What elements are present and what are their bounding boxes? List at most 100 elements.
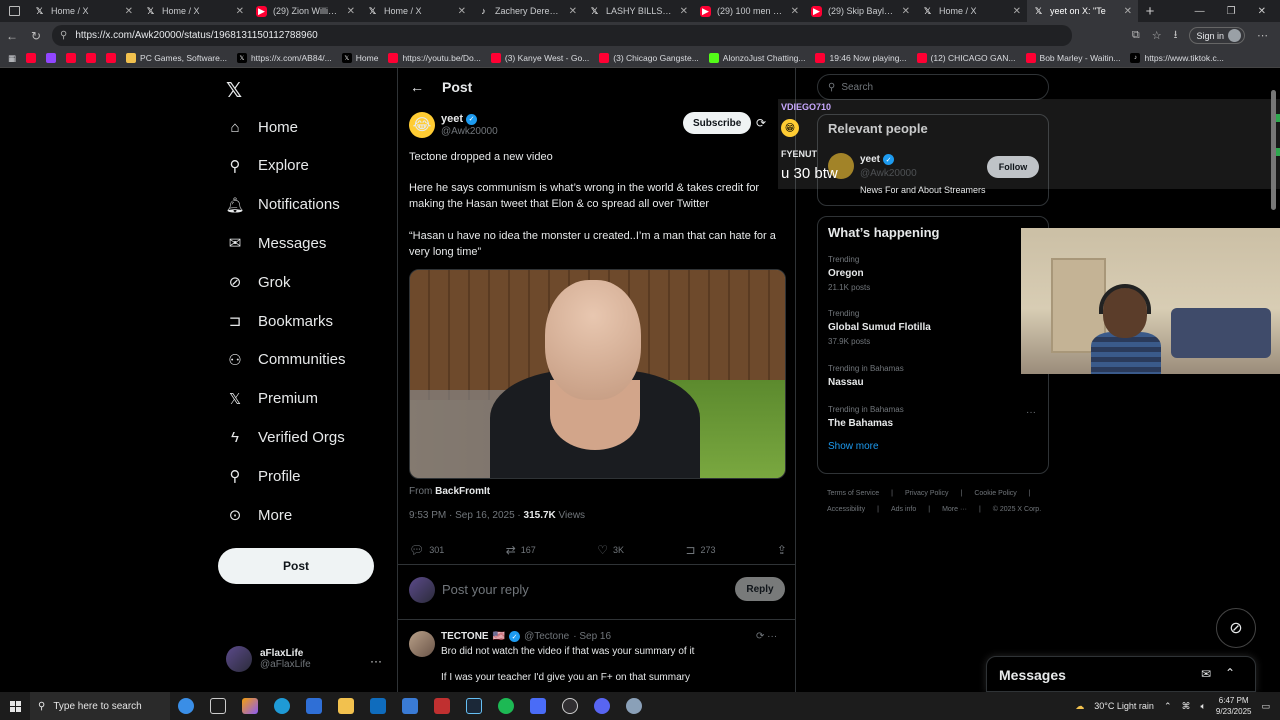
task-view-icon[interactable] xyxy=(202,692,234,720)
file-explorer-icon[interactable] xyxy=(330,692,362,720)
browser-tab[interactable]: 𝕏 Home / X ✕ xyxy=(916,0,1027,22)
browser-tab[interactable]: ▶ (29) 100 men vs. 1 ✕ xyxy=(694,0,805,22)
footer-link[interactable]: Accessibility xyxy=(827,506,865,513)
close-tab-icon[interactable]: ✕ xyxy=(347,6,355,17)
browser-menu-icon[interactable]: ⋯ xyxy=(1257,29,1268,42)
bookmark-item[interactable]: (12) CHICAGO GAN... xyxy=(916,53,1016,63)
taskbar-search[interactable]: ⚲ Type here to search xyxy=(30,692,170,720)
bookmark-item[interactable]: 19:46 Now playing... xyxy=(815,53,907,63)
site-info-icon[interactable]: ⚲ xyxy=(60,30,67,41)
reply-input[interactable]: Post your reply xyxy=(442,582,529,597)
extensions-icon[interactable]: ⧉ xyxy=(1132,29,1140,42)
messages-dock[interactable]: Messages ✉ ⌃ xyxy=(986,656,1256,692)
like-action[interactable]: ♡ 3K xyxy=(597,543,624,557)
apps-grid-icon[interactable]: ▦ xyxy=(8,53,16,64)
bookmark-star-icon[interactable]: ☆ xyxy=(1152,29,1162,42)
comment-avatar[interactable] xyxy=(409,631,435,657)
comment-grok-icon[interactable]: ⟳ ··· xyxy=(756,631,777,642)
x-logo-icon[interactable]: 𝕏 xyxy=(226,78,242,103)
trend-item[interactable]: Trending in Bahamas The Bahamas xyxy=(828,405,904,429)
cortana-icon[interactable] xyxy=(170,692,202,720)
relevant-name[interactable]: yeet ✓ xyxy=(860,154,895,165)
notification-icon[interactable]: ▭ xyxy=(1261,701,1270,712)
windows-start-icon[interactable] xyxy=(0,700,30,712)
clock[interactable]: 6:47 PM 9/23/2025 xyxy=(1216,695,1252,717)
browser-tab[interactable]: 𝕏yeet on X: "Te ✕ xyxy=(1027,0,1138,22)
app-icon[interactable] xyxy=(426,692,458,720)
footer-link[interactable]: Cookie Policy xyxy=(974,490,1016,497)
bookmark-item[interactable]: (3) Kanye West - Go... xyxy=(490,53,589,63)
from-source-link[interactable]: BackFromIt xyxy=(435,486,490,497)
nav-item-grok[interactable]: ⊘ Grok xyxy=(226,267,291,297)
minimize-icon[interactable]: — xyxy=(1195,6,1205,17)
browser-tab[interactable]: 𝕏 Home / X ✕ xyxy=(28,0,139,22)
nav-item-profile[interactable]: ⚲ Profile xyxy=(226,461,301,491)
store-icon[interactable] xyxy=(298,692,330,720)
bookmark-item[interactable]: 𝕏https://x.com/AB84/... xyxy=(236,53,332,63)
close-tab-icon[interactable]: ✕ xyxy=(125,6,133,17)
nav-item-communities[interactable]: ⚇ Communities xyxy=(226,345,345,375)
copilot-icon[interactable] xyxy=(234,692,266,720)
back-icon[interactable]: ← xyxy=(0,29,24,43)
author-name[interactable]: yeet ✓ xyxy=(441,113,478,125)
close-tab-icon[interactable]: ✕ xyxy=(1013,6,1021,17)
url-field[interactable]: ⚲ https://x.com/Awk20000/status/19681311… xyxy=(52,25,1072,46)
browser-tab[interactable]: ♪ Zachery Dereniowski ✕ xyxy=(472,0,583,22)
nav-item-home[interactable]: ⌂ Home xyxy=(226,112,298,142)
bookmark-item[interactable] xyxy=(46,53,57,63)
nav-item-notifications[interactable]: 🔔︎ Notifications xyxy=(225,190,339,220)
signin-button[interactable]: Sign in xyxy=(1189,27,1245,44)
comment-author-handle[interactable]: @Tectone xyxy=(524,631,569,642)
bookmark-item[interactable]: (3) Chicago Gangste... xyxy=(599,53,699,63)
browser-tab[interactable]: ▶ (29) Zion Williamson ✕ xyxy=(250,0,361,22)
footer-link[interactable]: More ··· xyxy=(942,506,967,513)
outlook-icon[interactable] xyxy=(362,692,394,720)
bookmark-item[interactable] xyxy=(26,53,37,63)
author-handle[interactable]: @Awk20000 xyxy=(441,126,498,137)
footer-link[interactable]: Terms of Service xyxy=(827,490,879,497)
nav-item-bookmarks[interactable]: ⊐ Bookmarks xyxy=(226,306,333,336)
download-icon[interactable]: ⭳ xyxy=(1174,26,1178,45)
close-tab-icon[interactable]: ✕ xyxy=(902,6,910,17)
nav-item-more[interactable]: ⊙ More xyxy=(226,500,292,530)
trend-item[interactable]: Trending Global Sumud Flotilla 37.9K posts xyxy=(828,309,931,346)
volume-icon[interactable]: 🔈︎ xyxy=(1200,701,1205,712)
close-tab-icon[interactable]: ✕ xyxy=(236,6,244,17)
trend-more-icon[interactable]: ··· xyxy=(1026,407,1036,418)
close-tab-icon[interactable]: ✕ xyxy=(569,6,577,17)
bookmark-item[interactable]: ♪ https://www.tiktok.c... xyxy=(1130,53,1224,63)
footer-link[interactable]: Privacy Policy xyxy=(905,490,949,497)
grok-fab-button[interactable]: ⊘ xyxy=(1216,608,1256,648)
tray-chevron-icon[interactable]: ⌃ xyxy=(1164,701,1172,712)
post-video-thumbnail[interactable] xyxy=(409,269,786,479)
discord-icon[interactable] xyxy=(586,692,618,720)
nav-item-explore[interactable]: ⚲ Explore xyxy=(226,151,309,181)
bookmark-item[interactable]: Bob Marley - Waitin... xyxy=(1025,53,1120,63)
close-tab-icon[interactable]: ✕ xyxy=(1124,6,1132,17)
trend-item[interactable]: Trending Oregon 21.1K posts xyxy=(828,255,870,292)
author-avatar[interactable]: 😂 xyxy=(409,112,435,138)
page-scrollbar[interactable] xyxy=(1270,70,1278,690)
bookmark-item[interactable]: https://youtu.be/Do... xyxy=(388,53,481,63)
bookmark-item[interactable]: 𝕏 Home xyxy=(341,53,378,63)
network-icon[interactable]: ⌘ xyxy=(1181,701,1190,712)
footer-link[interactable]: Ads info xyxy=(891,506,916,513)
nav-item-messages[interactable]: ✉ Messages xyxy=(226,228,327,258)
browser-tab[interactable]: ▶ (29) Skip Bayless Ca ✕ xyxy=(805,0,916,22)
bookmark-item[interactable] xyxy=(66,53,77,63)
grok-icon[interactable]: ⟳ xyxy=(756,116,766,130)
expand-up-icon[interactable]: ⌃ xyxy=(1225,666,1235,680)
app-icon[interactable] xyxy=(522,692,554,720)
app-icon[interactable] xyxy=(618,692,650,720)
reload-icon[interactable]: ↻ xyxy=(24,29,48,43)
obs-icon[interactable] xyxy=(554,692,586,720)
weather-text[interactable]: 30°C Light rain xyxy=(1094,701,1154,711)
window-menu-icon[interactable] xyxy=(0,0,28,22)
back-arrow-icon[interactable]: ← xyxy=(410,79,424,95)
bookmark-item[interactable]: AlonzoJust Chatting... xyxy=(708,53,805,63)
show-more-link[interactable]: Show more xyxy=(828,441,879,452)
new-tab-button[interactable]: + xyxy=(1138,3,1162,20)
edge-icon[interactable] xyxy=(266,692,298,720)
follow-button[interactable]: Follow xyxy=(987,156,1039,178)
browser-tab[interactable]: 𝕏 Home / X ✕ xyxy=(139,0,250,22)
